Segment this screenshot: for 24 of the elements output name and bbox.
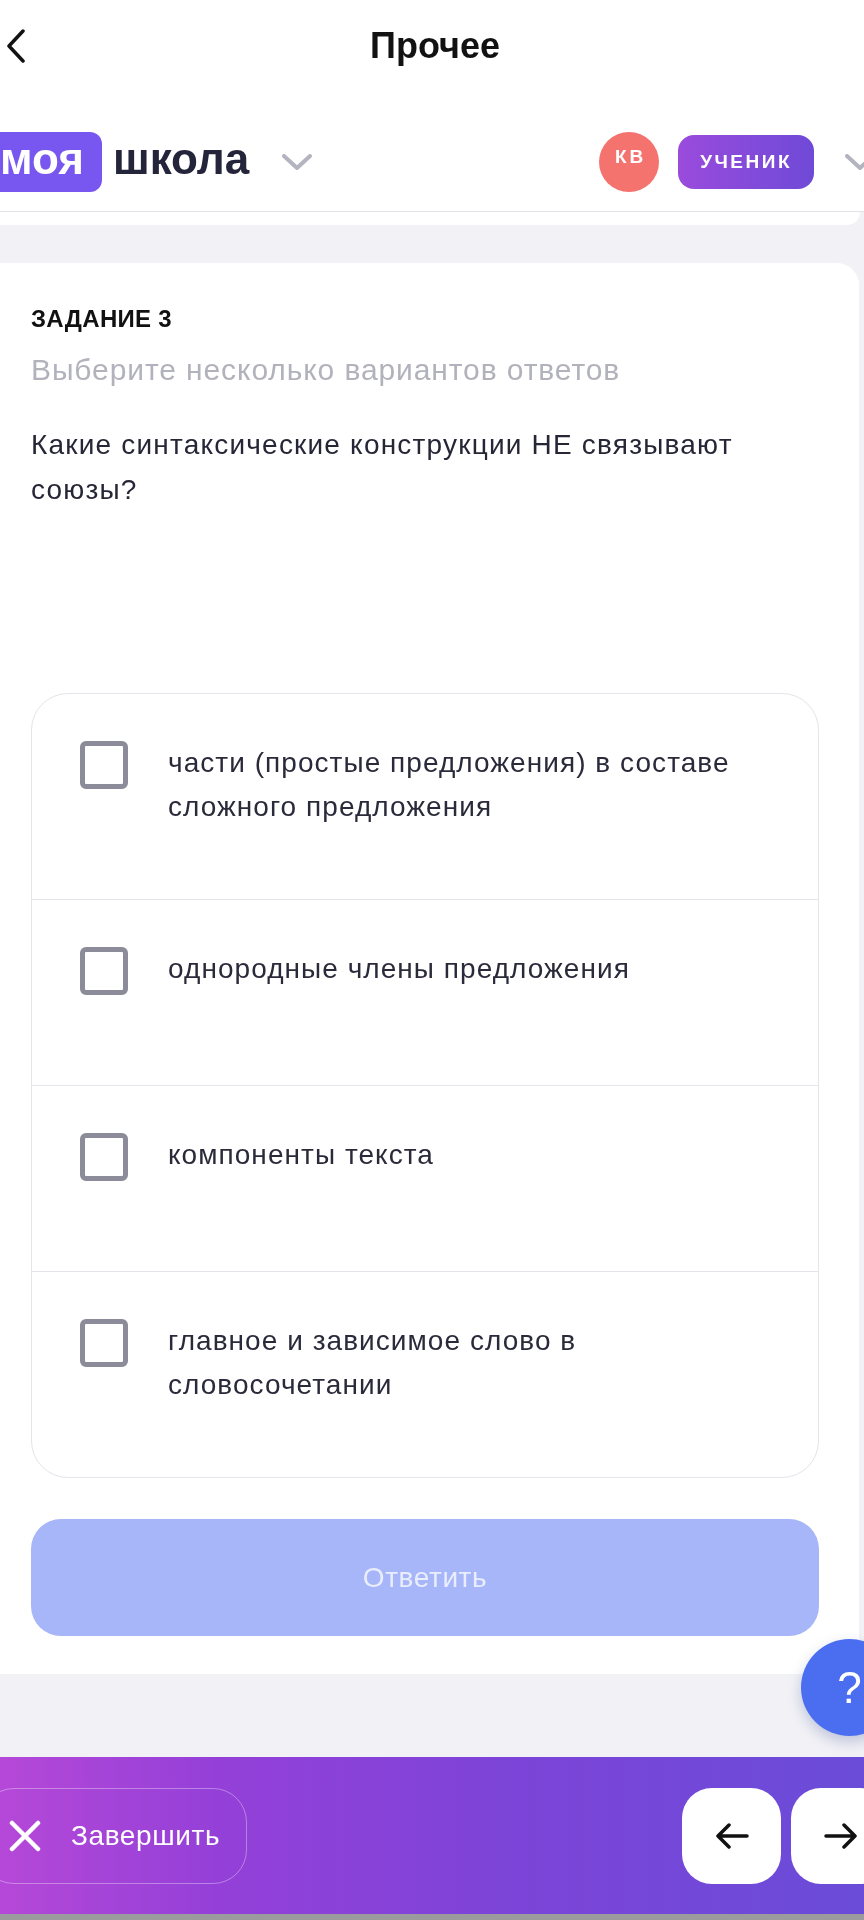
role-badge: УЧЕНИК bbox=[678, 135, 814, 189]
arrow-right-icon bbox=[823, 1822, 858, 1849]
back-icon[interactable] bbox=[6, 29, 26, 63]
arrow-left-icon bbox=[714, 1822, 749, 1849]
question-text: Какие синтаксические конструкции НЕ связывают союзы? bbox=[31, 428, 734, 507]
help-button[interactable]: ? bbox=[801, 1639, 864, 1736]
user-avatar[interactable]: КВ bbox=[599, 132, 660, 192]
checkbox[interactable] bbox=[80, 1133, 128, 1181]
checkbox[interactable] bbox=[80, 741, 128, 789]
page-title: Прочее bbox=[370, 24, 500, 68]
option-text: компоненты текста bbox=[168, 1138, 434, 1172]
option-text: однородные члены предложения bbox=[168, 952, 630, 986]
chevron-down-icon[interactable] bbox=[282, 153, 313, 171]
next-button[interactable] bbox=[791, 1787, 864, 1884]
checkbox[interactable] bbox=[80, 947, 128, 995]
logo-badge: моя bbox=[0, 132, 102, 192]
checkbox[interactable] bbox=[80, 1319, 128, 1367]
option-text: части (простые предложения) в составе сложного предложения bbox=[168, 746, 731, 824]
previous-button[interactable] bbox=[682, 1787, 781, 1884]
option-text: главное и зависимое слово в словосочетании bbox=[168, 1324, 578, 1402]
task-heading: ЗАДАНИЕ 3 bbox=[31, 304, 173, 334]
task-instruction: Выберите несколько вариантов ответов bbox=[31, 352, 622, 388]
close-icon bbox=[9, 1819, 41, 1852]
logo-text: школа bbox=[112, 137, 250, 185]
